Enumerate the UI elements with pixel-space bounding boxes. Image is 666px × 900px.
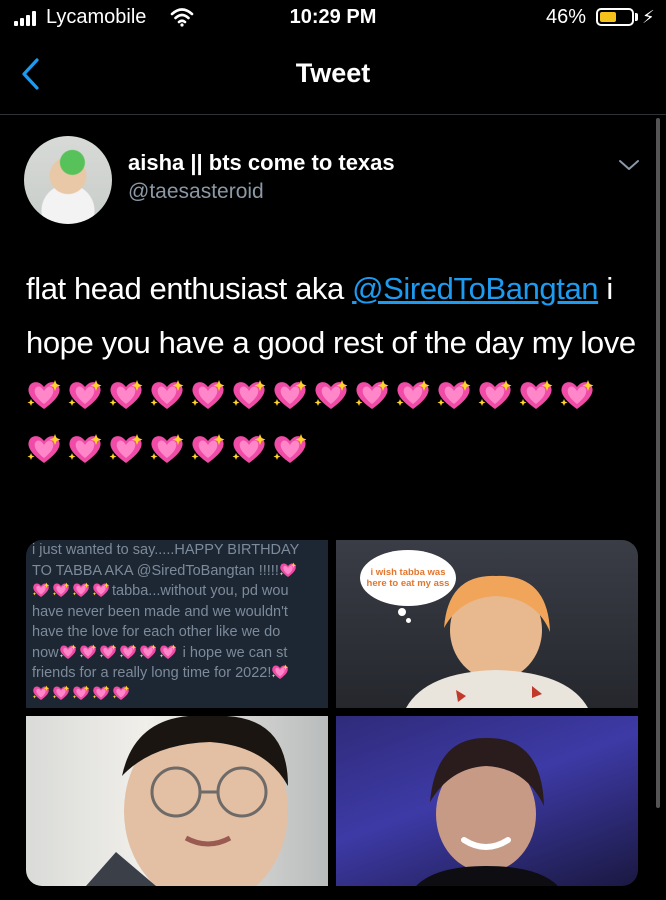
chevron-down-icon[interactable] <box>616 156 642 174</box>
sparkling-heart-emojis <box>26 379 600 468</box>
note-line: i just wanted to say.....HAPPY BIRTHDAY <box>32 542 300 558</box>
sparkling-heart-icon <box>355 380 389 409</box>
sparkling-heart-icon <box>150 434 184 463</box>
media-image-text-note[interactable]: i just wanted to say.....HAPPY BIRTHDAY T… <box>26 540 328 708</box>
sparkling-heart-icon <box>99 644 116 659</box>
status-bar: Lycamobile 10:29 PM 46% ⚡︎ <box>0 0 666 36</box>
sparkling-heart-icon <box>112 685 130 700</box>
sparkling-heart-icon <box>478 380 512 409</box>
note-line: now <box>32 644 59 661</box>
charging-bolt-icon: ⚡︎ <box>642 7 655 27</box>
person-photo <box>86 716 288 886</box>
sparkling-heart-icon <box>27 434 61 463</box>
scrollbar[interactable] <box>656 118 660 808</box>
mention-link[interactable]: @SiredToBangtan <box>352 271 598 306</box>
person-photo <box>416 737 558 886</box>
sparkling-heart-icon <box>279 562 297 577</box>
sparkling-heart-icon <box>68 380 102 409</box>
sparkling-heart-icon <box>560 380 594 409</box>
sparkling-heart-icon <box>191 380 225 409</box>
note-text: i just wanted to say.....HAPPY BIRTHDAY T… <box>32 540 328 704</box>
sparkling-heart-icon <box>119 644 136 659</box>
battery-icon <box>596 8 634 26</box>
media-grid: i just wanted to say.....HAPPY BIRTHDAY T… <box>26 540 638 886</box>
note-line: have never been made and we wouldn't <box>32 603 288 620</box>
sparkling-heart-icon <box>72 685 90 700</box>
sparkling-heart-icon <box>232 380 266 409</box>
tweet-text-start: flat head enthusiast aka <box>26 271 353 306</box>
sparkling-heart-icon <box>273 434 307 463</box>
sparkling-heart-icon <box>79 644 96 659</box>
sparkling-heart-icon <box>150 380 184 409</box>
sparkling-heart-icon <box>68 434 102 463</box>
sparkling-heart-icon <box>396 380 430 409</box>
page-title: Tweet <box>295 58 371 88</box>
battery-percent: 46% <box>546 6 587 28</box>
sparkling-heart-icon <box>109 380 143 409</box>
sparkling-heart-icon <box>92 582 110 597</box>
person-photo <box>406 575 588 708</box>
sparkling-heart-icon <box>159 644 176 659</box>
avatar[interactable] <box>24 136 112 224</box>
sparkling-heart-icon <box>59 644 76 659</box>
user-handle[interactable]: @taesasteroid <box>128 180 264 204</box>
tweet-text: flat head enthusiast aka @SiredToBangtan… <box>26 262 636 478</box>
sparkling-heart-icon <box>139 644 156 659</box>
sparkling-heart-icon <box>109 434 143 463</box>
sparkling-heart-icon <box>27 380 61 409</box>
media-image-glasses[interactable] <box>26 716 328 886</box>
sparkling-heart-icon <box>272 664 289 679</box>
sparkling-heart-icon <box>273 380 307 409</box>
sparkling-heart-icon <box>32 582 50 597</box>
sparkling-heart-icon <box>191 434 225 463</box>
navigation-bar: Tweet <box>0 36 666 115</box>
note-line: i hope we can st <box>182 644 288 661</box>
sparkling-heart-icon <box>72 582 90 597</box>
sparkling-heart-icon <box>314 380 348 409</box>
note-line: friends for a really long time for 2022! <box>32 665 272 681</box>
note-line: TO TABBA AKA @SiredToBangtan !!!!! <box>32 562 279 579</box>
sparkling-heart-icon <box>92 685 110 700</box>
note-line: have the love for each other like we do <box>32 624 281 640</box>
sparkling-heart-icon <box>32 685 50 700</box>
media-image-speech-bubble[interactable]: i wish tabba was here to eat my ass <box>336 540 638 708</box>
display-name[interactable]: aisha || bts come to texas <box>128 150 395 176</box>
sparkling-heart-icon <box>52 685 70 700</box>
sparkling-heart-icon <box>232 434 266 463</box>
media-image-stage[interactable] <box>336 716 638 886</box>
sparkling-heart-icon <box>437 380 471 409</box>
battery-nub <box>635 13 638 21</box>
sparkling-heart-icon <box>519 380 553 409</box>
note-line: tabba...without you, pd wou <box>112 583 289 599</box>
sparkling-heart-icon <box>52 582 70 597</box>
